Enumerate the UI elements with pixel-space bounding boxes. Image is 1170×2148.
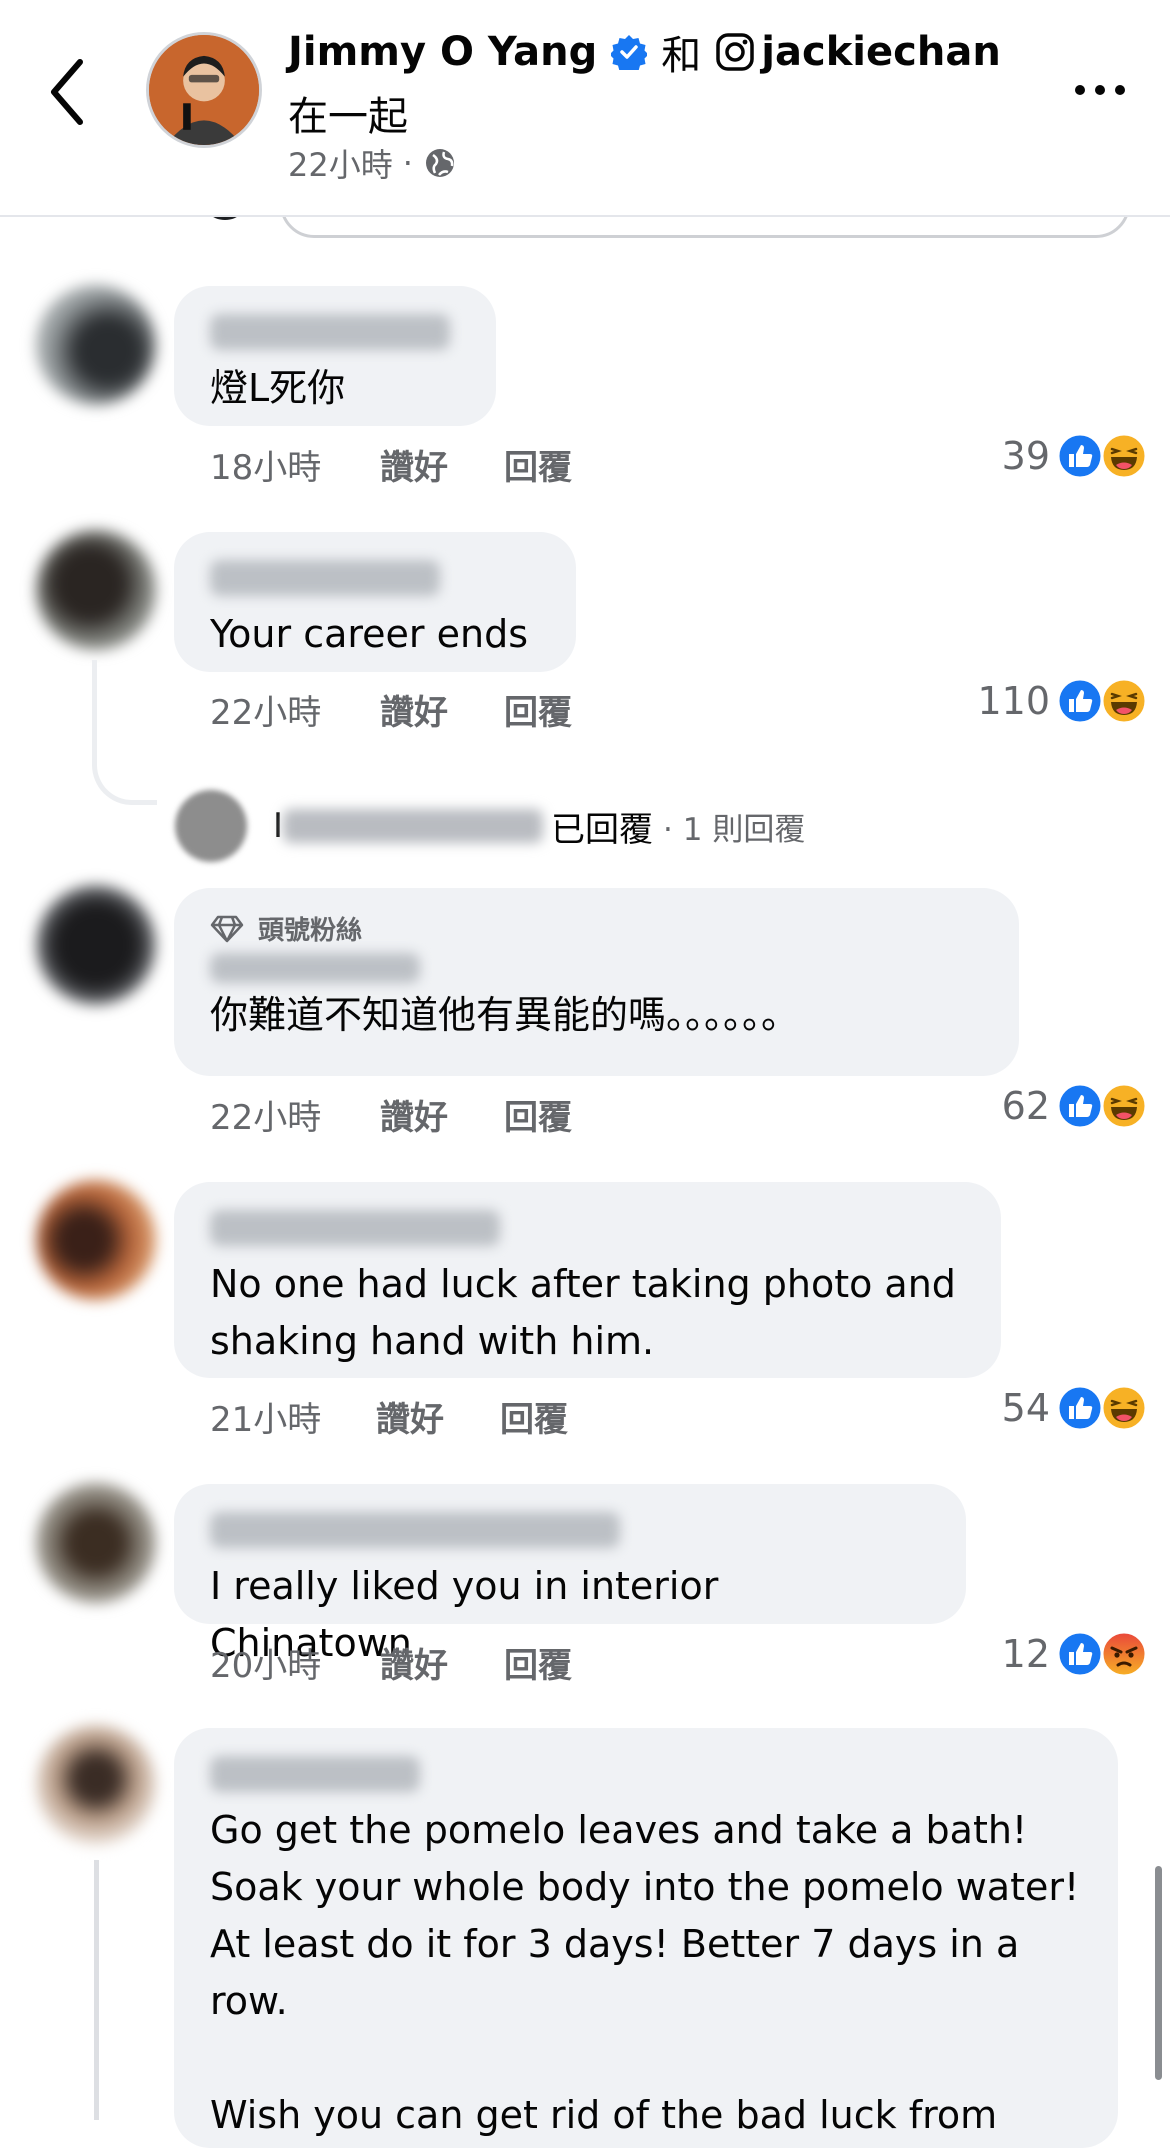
commenter-avatar[interactable] <box>36 530 156 650</box>
comment-actions: 18小時 讚好 回覆 <box>210 440 572 489</box>
replier-name-redacted <box>283 809 544 843</box>
reaction-summary[interactable]: 12 <box>1002 1630 1148 1678</box>
comment-text: 燈L死你 <box>210 366 346 410</box>
comment-text: No one had luck after taking photo and s… <box>210 1262 956 1363</box>
top-fan-badge: 頭號粉絲 <box>210 910 983 947</box>
like-reaction-icon <box>1056 1082 1104 1130</box>
comment-bubble[interactable]: No one had luck after taking photo and s… <box>174 1182 1001 1378</box>
comment-time: 18小時 <box>210 448 322 488</box>
verified-badge-icon <box>611 35 648 70</box>
post-meta: 22小時 · <box>288 140 457 186</box>
haha-reaction-icon <box>1100 1082 1148 1130</box>
comment-bubble[interactable]: 燈L死你 <box>174 286 496 426</box>
post-time: 22小時 <box>288 146 393 184</box>
comment-time: 21小時 <box>210 1400 322 1440</box>
commenter-avatar[interactable] <box>36 885 156 1005</box>
reply-button[interactable]: 回覆 <box>504 1638 572 1687</box>
reaction-summary[interactable]: 110 <box>977 677 1148 725</box>
reply-button[interactable]: 回覆 <box>500 1392 568 1441</box>
post-header: Jimmy O Yang 和 jackiechan 在一起 22小時 · <box>0 0 1170 217</box>
comment-bubble[interactable]: 頭號粉絲 你難道不知道他有異能的嗎。。。。。。 <box>174 888 1019 1076</box>
instagram-handle[interactable]: jackiechan <box>761 29 1001 75</box>
meta-separator: · <box>402 144 413 182</box>
like-button[interactable]: 讚好 <box>380 440 504 489</box>
view-replies-link[interactable]: I 已回覆 · 1 則回覆 <box>175 790 805 862</box>
comment-actions: 22小時 讚好 回覆 <box>210 1090 572 1139</box>
like-reaction-icon <box>1056 677 1104 725</box>
replier-initial: I <box>273 806 284 846</box>
like-button[interactable]: 讚好 <box>380 685 504 734</box>
comment-time: 22小時 <box>210 693 322 733</box>
back-arrow-icon[interactable] <box>40 52 100 132</box>
commenter-name-redacted[interactable] <box>210 1756 420 1792</box>
commenter-name-redacted[interactable] <box>210 953 420 983</box>
comment-actions: 20小時 讚好 回覆 <box>210 1638 572 1687</box>
haha-reaction-icon <box>1100 432 1148 480</box>
reply-thread-line <box>94 1860 99 2120</box>
comment-time: 20小時 <box>210 1646 322 1686</box>
reaction-summary[interactable]: 39 <box>1002 432 1148 480</box>
badge-label: 頭號粉絲 <box>258 916 363 946</box>
scrollbar[interactable] <box>1155 1866 1162 2080</box>
comment-bubble[interactable]: Your career ends <box>174 532 576 672</box>
like-button[interactable]: 讚好 <box>380 1090 504 1139</box>
commenter-name-redacted[interactable] <box>210 560 440 596</box>
replied-label: 已回覆 <box>551 809 654 850</box>
like-reaction-icon <box>1056 1384 1104 1432</box>
commenter-name-redacted[interactable] <box>210 1512 620 1548</box>
commenter-name-redacted[interactable] <box>210 314 450 350</box>
reaction-count: 54 <box>1001 1386 1050 1430</box>
author-avatar[interactable] <box>146 32 262 148</box>
reaction-summary[interactable]: 62 <box>1002 1082 1148 1130</box>
comment-text: Go get the pomelo leaves and take a bath… <box>210 1808 1080 2137</box>
author-name[interactable]: Jimmy O Yang <box>288 29 597 75</box>
reply-thread-connector <box>92 660 157 805</box>
like-reaction-icon <box>1056 432 1104 480</box>
globe-icon <box>425 149 454 177</box>
commenter-avatar[interactable] <box>36 1725 156 1845</box>
comment-text: 你難道不知道他有異能的嗎。。。。。。 <box>210 993 800 1037</box>
comment-actions: 22小時 讚好 回覆 <box>210 685 572 734</box>
commenter-avatar[interactable] <box>36 1180 156 1300</box>
comment-bubble[interactable]: Go get the pomelo leaves and take a bath… <box>174 1728 1118 2148</box>
reaction-count: 12 <box>1001 1632 1050 1676</box>
comment-text: Your career ends <box>210 612 529 656</box>
replier-avatar <box>175 790 247 862</box>
instagram-icon <box>716 33 755 71</box>
more-options-icon[interactable] <box>1070 70 1130 110</box>
like-reaction-icon <box>1056 1630 1104 1678</box>
reply-button[interactable]: 回覆 <box>504 685 572 734</box>
reply-count: · 1 則回覆 <box>663 811 806 848</box>
comment-time: 22小時 <box>210 1098 322 1138</box>
reaction-count: 62 <box>1001 1084 1050 1128</box>
reaction-count: 110 <box>977 679 1050 723</box>
commenter-avatar[interactable] <box>36 1483 156 1603</box>
comment-bubble[interactable]: I really liked you in interior Chinatown <box>174 1484 966 1665</box>
angry-reaction-icon <box>1100 1630 1148 1678</box>
reply-button[interactable]: 回覆 <box>504 440 572 489</box>
diamond-icon <box>210 915 244 942</box>
post-title: Jimmy O Yang 和 jackiechan <box>288 24 1001 80</box>
reaction-count: 39 <box>1001 434 1050 478</box>
commenter-avatar[interactable] <box>36 285 156 405</box>
reply-button[interactable]: 回覆 <box>504 1090 572 1139</box>
reaction-summary[interactable]: 54 <box>1002 1384 1148 1432</box>
haha-reaction-icon <box>1100 677 1148 725</box>
haha-reaction-icon <box>1100 1384 1148 1432</box>
commenter-name-redacted[interactable] <box>210 1210 500 1246</box>
post-title-suffix: 在一起 <box>288 94 408 140</box>
with-connector: 和 <box>661 33 702 79</box>
like-button[interactable]: 讚好 <box>380 1638 504 1687</box>
comment-actions: 21小時 讚好 回覆 <box>210 1392 568 1441</box>
like-button[interactable]: 讚好 <box>376 1392 500 1441</box>
